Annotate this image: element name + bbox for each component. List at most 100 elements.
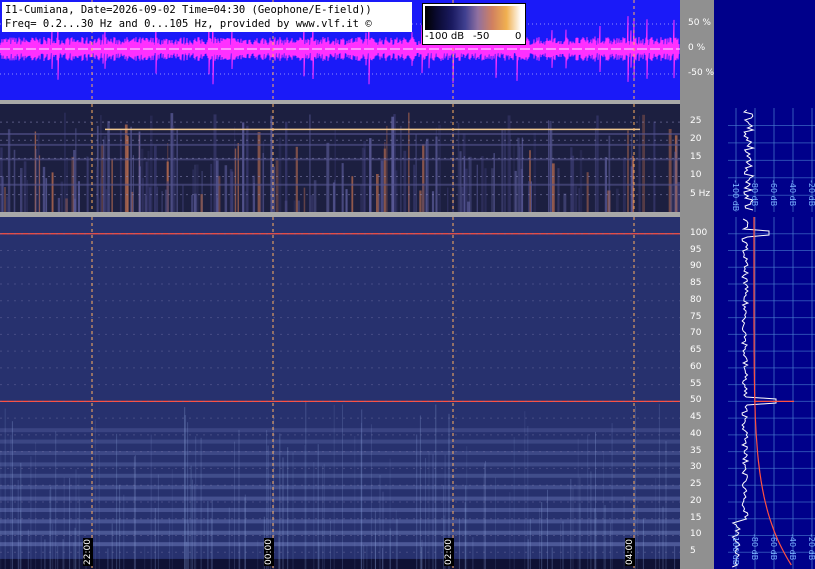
spectrogram-low-streak — [513, 145, 515, 212]
spectrogram-low-streak — [413, 164, 416, 212]
side-x-tick-label-top: -60 dB — [769, 180, 778, 207]
spectrogram-high-streak — [239, 542, 241, 569]
spectrogram-high-streak — [193, 484, 195, 569]
spectrogram-low-y-tick-label: 25 — [690, 116, 702, 127]
spectrogram-low-streak — [419, 190, 422, 212]
spectrogram-low-streak — [130, 126, 132, 212]
spectrogram-low-streak — [369, 183, 372, 212]
spectrogram-high-streak — [382, 491, 384, 569]
spectrogram-low-streak — [400, 125, 402, 212]
spectrogram-high-streak — [184, 407, 186, 569]
spectrogram-high-y-tick-label: 75 — [690, 311, 702, 322]
spectrogram-high-streak — [4, 408, 6, 569]
spectrogram-high-streak — [63, 477, 65, 569]
spectrogram-low-streak — [345, 189, 348, 212]
spectrum-side-panel — [714, 0, 815, 569]
station-info-line2: Freq= 0.2...30 Hz and 0...105 Hz, provid… — [5, 18, 372, 30]
spectrogram-high-streak — [292, 452, 294, 569]
spectrogram-low-streak — [447, 187, 449, 212]
spectrogram-low-streak — [517, 137, 520, 212]
spectrogram-low-streak — [605, 175, 607, 212]
side-x-tick-label-bottom: -20 dB — [807, 534, 815, 561]
spectrogram-high-streak — [527, 539, 529, 569]
spectrogram-high-streak — [244, 497, 246, 569]
spectrogram-low-band — [0, 183, 680, 186]
spectrogram-low-streak — [77, 181, 80, 212]
spectrogram-low-streak — [608, 135, 611, 212]
spectrogram-high-y-tick-label: 40 — [690, 428, 702, 439]
time-axis-label: 22:00 — [83, 538, 93, 566]
spectrogram-high-streak — [529, 518, 531, 569]
spectrogram-high-y-tick-label: 80 — [690, 294, 702, 305]
spectrogram-high-y-tick-label: 10 — [690, 529, 702, 540]
spectrogram-high-streak — [458, 518, 460, 569]
spectrogram-high-streak — [116, 433, 118, 569]
spectrogram-high-streak — [322, 466, 324, 569]
spectrogram-high-streak — [287, 447, 289, 569]
colorbar-label-mid: -50 — [473, 31, 490, 42]
side-x-tick-label-bottom: -40 dB — [788, 534, 797, 561]
spectrogram-low-streak — [119, 129, 122, 212]
spectrogram-high-streak — [590, 471, 592, 569]
spectrogram-low-streak — [627, 130, 629, 212]
vlf-monitor-screen: I1-Cumiana, Date=2026-09-02 Time=04:30 (… — [0, 0, 815, 569]
spectrogram-high-streak — [144, 546, 146, 569]
spectrogram-high-streak — [342, 404, 343, 569]
spectrogram-high-streak — [472, 537, 474, 569]
spectrogram-high-streak — [313, 462, 315, 569]
waveform-y-tick-label: 0 % — [688, 43, 706, 53]
spectrogram-low-streak — [563, 193, 567, 212]
side-x-tick-label-bottom: -80 dB — [750, 534, 759, 561]
spectrogram-high-streak — [228, 507, 230, 569]
station-info-box: I1-Cumiana, Date=2026-09-02 Time=04:30 (… — [2, 2, 412, 32]
spectrogram-high-streak — [655, 543, 657, 569]
spectrogram-high-y-tick-label: 55 — [690, 378, 702, 389]
spectrogram-low-streak — [615, 188, 619, 212]
spectrogram-low-streak — [23, 161, 27, 212]
spectrogram-low-streak — [210, 163, 213, 212]
spectrogram-low-streak — [293, 200, 296, 212]
spectrogram-low-streak — [672, 160, 675, 212]
spectrogram-low-streak — [578, 188, 580, 212]
spectrogram-low-streak — [6, 196, 9, 212]
spectrogram-high-streak — [318, 542, 320, 569]
spectrogram-high-streak — [363, 545, 365, 569]
spectrogram-low-streak — [351, 176, 354, 212]
spectrogram-high-streak — [635, 406, 636, 569]
spectrogram-low-streak — [391, 116, 394, 212]
spectrogram-high-streak — [211, 500, 213, 569]
spectrogram-low-streak — [166, 181, 169, 212]
spectrogram-low-streak — [224, 165, 228, 212]
spectrogram-low-streak — [252, 175, 256, 212]
spectrogram-high-streak — [192, 479, 193, 569]
spectrogram-high-streak — [425, 457, 426, 569]
spectrogram-low-streak — [154, 145, 157, 212]
spectrogram-low-streak — [262, 153, 264, 212]
spectrogram-high-streak — [40, 535, 42, 569]
spectrogram-high-streak — [370, 424, 372, 569]
spectrogram-high-streak — [662, 506, 664, 569]
spectrogram-high-streak — [374, 510, 376, 569]
spectrogram-high-streak — [169, 517, 171, 569]
spectrogram-low-streak — [51, 172, 54, 212]
spectrogram-low-streak — [285, 121, 288, 212]
spectrogram-low-streak — [182, 185, 184, 212]
spectrogram-high-streak — [330, 520, 331, 569]
spectrogram-low-streak — [1, 175, 4, 212]
spectrogram-low-streak — [642, 114, 645, 212]
spectrogram-low-streak — [45, 178, 48, 212]
spectrogram-high-streak — [119, 484, 121, 569]
spectrogram-high-streak — [10, 434, 12, 569]
spectrogram-high-streak — [190, 465, 192, 569]
spectrogram-low-streak — [361, 147, 365, 212]
spectrogram-high-streak — [11, 421, 13, 569]
spectrogram-high-y-tick-label: 25 — [690, 479, 702, 490]
spectrogram-low-streak — [503, 129, 506, 212]
spectrogram-low-streak — [484, 168, 487, 212]
spectrogram-low-y-tick-label: 10 — [690, 170, 702, 181]
spectrogram-low-streak — [639, 115, 640, 212]
spectrogram-low-streak — [97, 198, 100, 212]
spectrogram-low-streak — [341, 163, 344, 212]
spectrogram-low-band — [0, 143, 680, 146]
spectrogram-low-streak — [552, 163, 555, 212]
